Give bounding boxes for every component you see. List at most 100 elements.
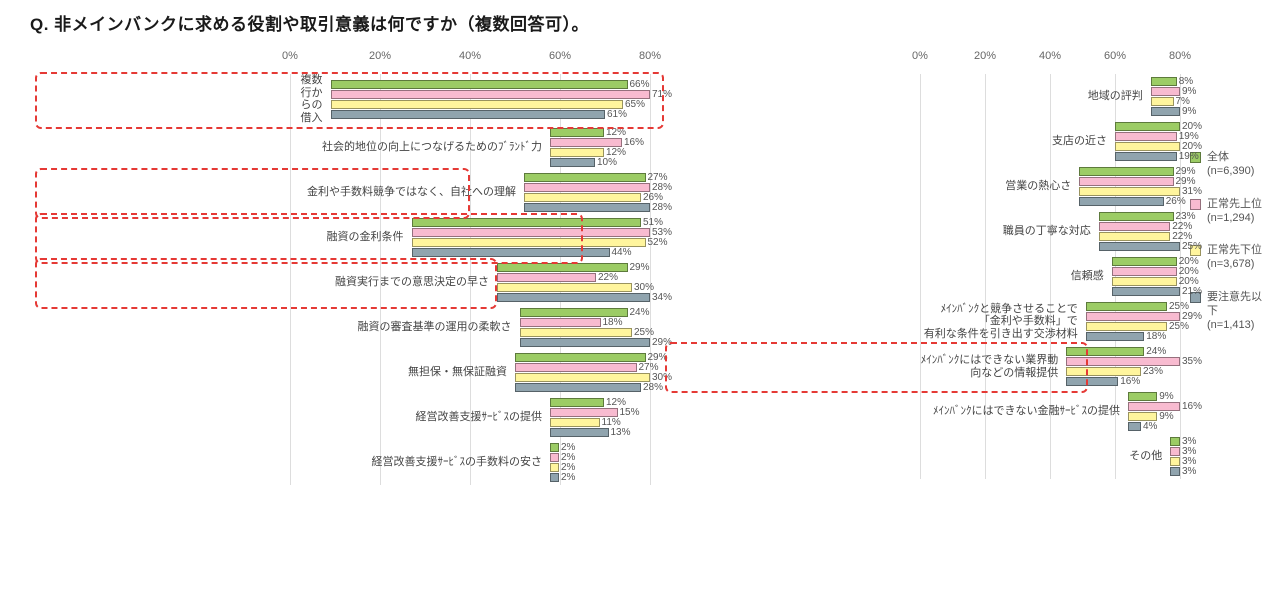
bar: 29% [520,338,651,347]
bar: 9% [1128,392,1157,401]
bar: 10% [550,158,595,167]
axis-tick: 60% [549,50,571,62]
bar: 28% [524,183,650,192]
bar: 3% [1170,467,1180,476]
row-label: 無担保・無保証融資 [290,366,515,379]
legend-label: 全体(n=6,390) [1207,150,1254,179]
bar-value: 24% [1146,346,1166,357]
row-bars: 20%20%20%21% [1112,254,1180,299]
row-bars: 3%3%3%3% [1170,434,1180,479]
bar: 29% [497,263,628,272]
bar: 44% [412,248,610,257]
bar-value: 25% [1169,321,1189,332]
bar: 4% [1128,422,1141,431]
bar-value: 29% [630,262,650,273]
legend-label: 正常先下位(n=3,678) [1207,243,1262,272]
bar-value: 66% [630,79,650,90]
row-label: 融資の金利条件 [290,231,412,244]
row-label: 社会的地位の向上につなげるためのﾌﾞﾗﾝﾄﾞ力 [290,141,550,154]
bar: 27% [515,363,637,372]
bar-value: 18% [1146,331,1166,342]
bar: 16% [1066,377,1118,386]
bar: 9% [1128,412,1157,421]
charts-container: 0%20%40%60%80%複数行からの借入66%71%65%61%社会的地位の… [30,50,1263,485]
axis-tick: 80% [639,50,661,62]
bar-value: 16% [624,137,644,148]
bar: 22% [497,273,596,282]
bar-value: 25% [1182,241,1202,252]
bar: 26% [1079,197,1164,206]
bar: 20% [1115,142,1180,151]
row-bars: 29%29%31%26% [1079,164,1180,209]
bar-value: 16% [1120,376,1140,387]
chart-row: 金利や手数料競争ではなく、自社への理解27%28%26%28% [290,170,650,215]
gridline [650,74,651,485]
bar: 7% [1151,97,1174,106]
bar: 28% [524,203,650,212]
bar: 35% [1066,357,1180,366]
chart-row: 営業の熱心さ29%29%31%26% [920,164,1180,209]
row-label: 地域の評判 [920,90,1151,103]
chart-row: 職員の丁寧な対応23%22%22%25% [920,209,1180,254]
row-bars: 12%15%11%13% [550,395,650,440]
row-bars: 66%71%65%61% [331,77,651,122]
axis-tick: 20% [974,50,996,62]
chart-row: 経営改善支援ｻｰﾋﾞｽの提供12%15%11%13% [290,395,650,440]
bar: 25% [1099,242,1180,251]
axis-tick: 60% [1104,50,1126,62]
row-label: 融資実行までの意思決定の早さ [290,276,497,289]
bar-value: 18% [603,317,623,328]
chart-row: 融資の審査基準の運用の柔軟さ24%18%25%29% [290,305,650,350]
axis-tick: 80% [1169,50,1191,62]
row-bars: 27%28%26%28% [524,170,650,215]
row-label: 複数行からの借入 [290,74,331,125]
row-label: 金利や手数料競争ではなく、自社への理解 [290,186,524,199]
row-bars: 2%2%2%2% [550,440,650,485]
bar-value: 44% [612,247,632,258]
bar-value: 12% [606,127,626,138]
row-bars: 29%22%30%34% [497,260,650,305]
bar: 9% [1151,107,1180,116]
bar: 23% [1066,367,1141,376]
bar-value: 22% [598,272,618,283]
bar-value: 24% [630,307,650,318]
legend-item: 正常先上位(n=1,294) [1190,197,1263,226]
bar: 11% [550,418,600,427]
bar: 16% [1128,402,1180,411]
bar: 20% [1115,122,1180,131]
bar-value: 35% [1182,356,1202,367]
bar: 25% [1086,302,1167,311]
bar: 31% [1079,187,1180,196]
chart-row: ﾒｲﾝﾊﾞﾝｸにはできない金融ｻｰﾋﾞｽの提供9%16%9%4% [920,389,1180,434]
row-label: 信頼感 [920,270,1112,283]
bar: 29% [1079,167,1173,176]
axis-tick: 20% [369,50,391,62]
row-bars: 20%19%20%19% [1115,119,1180,164]
bar: 2% [550,453,559,462]
bar: 29% [1079,177,1173,186]
axis-tick: 0% [282,50,298,62]
bar: 19% [1115,132,1177,141]
legend-swatch [1190,199,1201,210]
row-bars: 25%29%25%18% [1086,299,1180,344]
chart-row: 支店の近さ20%19%20%19% [920,119,1180,164]
bar: 18% [1086,332,1145,341]
bar: 15% [550,408,618,417]
bar: 2% [550,443,559,452]
chart-row: ﾒｲﾝﾊﾞﾝｸにはできない業界動向などの情報提供24%35%23%16% [920,344,1180,389]
bar-value: 16% [1182,401,1202,412]
bar-value: 9% [1182,106,1196,117]
row-bars: 9%16%9%4% [1128,389,1180,434]
bar: 3% [1170,457,1180,466]
bar: 20% [1112,267,1177,276]
bar: 30% [515,373,650,382]
bar-value: 15% [620,407,640,418]
chart-right: 0%20%40%60%80%地域の評判8%9%7%9%支店の近さ20%19%20… [660,50,1180,485]
bar: 16% [550,138,622,147]
row-label: 経営改善支援ｻｰﾋﾞｽの提供 [290,411,550,424]
bar: 24% [520,308,628,317]
chart-row: 社会的地位の向上につなげるためのﾌﾞﾗﾝﾄﾞ力12%16%12%10% [290,125,650,170]
bar: 28% [515,383,641,392]
bar: 12% [550,128,604,137]
bar-value: 65% [625,99,645,110]
